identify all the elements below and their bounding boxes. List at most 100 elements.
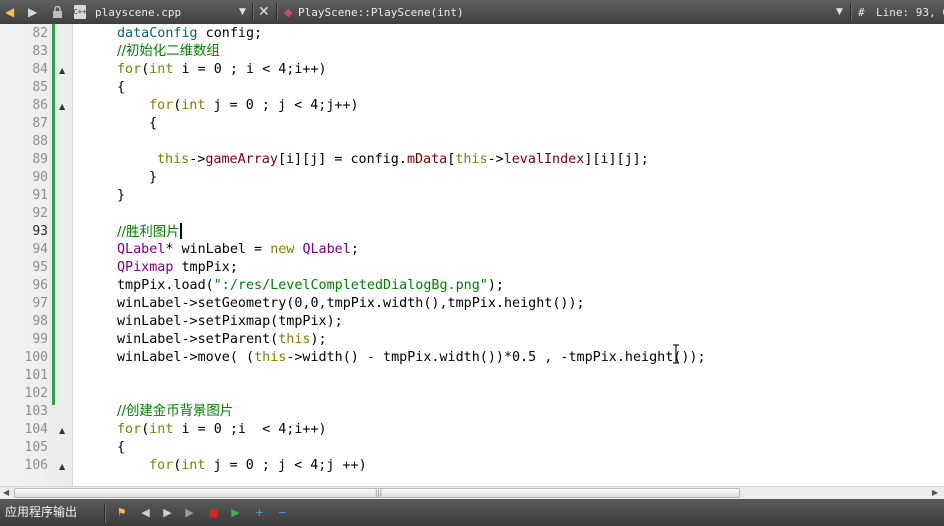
code-line[interactable]: 93 //胜利图片 xyxy=(0,223,944,241)
code-line[interactable]: 82 dataConfig config; xyxy=(0,25,944,43)
code-token: winLabel->move( ( xyxy=(117,350,255,365)
code-token: int xyxy=(181,458,206,473)
code-text: for(int i = 0 ; i < 4;i++) xyxy=(117,61,327,79)
code-line[interactable]: 90} xyxy=(0,169,944,187)
line-number: 84 xyxy=(32,62,48,77)
horizontal-scrollbar[interactable]: ◀ ||| ▶ xyxy=(0,486,944,499)
code-token: { xyxy=(117,440,126,455)
code-token: for xyxy=(149,458,174,473)
code-line[interactable]: 104 ▲ for(int i = 0 ;i < 4;i++) xyxy=(0,421,944,439)
code-line[interactable]: 106 ▲ for(int j = 0 ; j < 4;j ++) xyxy=(0,457,944,475)
code-line[interactable]: 85 { xyxy=(0,79,944,97)
line-number: 83 xyxy=(32,44,48,59)
fold-marker-icon[interactable]: ▲ xyxy=(59,102,65,111)
line-number: 100 xyxy=(24,350,48,365)
code-token: j = 0 ; j < 4;j ++) xyxy=(205,458,367,473)
zoom-in-icon[interactable]: + xyxy=(252,505,267,520)
code-token: levalIndex xyxy=(503,152,585,167)
toolbar-divider xyxy=(276,3,278,21)
line-column-indicator[interactable]: Line: 93, C xyxy=(876,0,944,24)
symbol-combo-chevron-down-icon[interactable]: ▼ xyxy=(836,0,843,24)
code-token: this xyxy=(157,152,190,167)
line-number: 93 xyxy=(32,224,48,239)
code-line[interactable]: 98 winLabel->setPixmap(tmpPix); xyxy=(0,313,944,331)
output-pane-title[interactable]: 应用程序输出 xyxy=(5,499,77,526)
fold-marker-icon[interactable]: ▲ xyxy=(59,426,65,435)
line-number: 91 xyxy=(32,188,48,203)
code-token: [i][j] = config. xyxy=(277,152,407,167)
zoom-out-icon[interactable]: − xyxy=(275,505,290,520)
code-token: //初始化二维数组 xyxy=(117,44,220,59)
code-token: ); xyxy=(310,332,327,347)
code-line[interactable]: 96 tmpPix.load(":/res/LevelCompletedDialo… xyxy=(0,277,944,295)
scroll-right-icon[interactable]: ▶ xyxy=(932,487,938,499)
code-line[interactable]: 84 ▲ for(int i = 0 ; i < 4;i++) xyxy=(0,61,944,79)
attach-debugger-icon[interactable]: ▶ xyxy=(228,505,243,520)
code-token: { xyxy=(117,80,126,95)
back-icon[interactable]: ◀ xyxy=(5,0,14,24)
next-item-icon[interactable]: ▶ xyxy=(160,505,175,520)
code-line[interactable]: 100 winLabel->move( (this->width() - tmpP… xyxy=(0,349,944,367)
grip-icon: ||| xyxy=(375,489,383,497)
code-line[interactable]: 95 QPixmap tmpPix; xyxy=(0,259,944,277)
code-line[interactable]: 103 //创建金币背景图片 xyxy=(0,403,944,421)
previous-item-icon[interactable]: ◀ xyxy=(138,505,153,520)
code-text: this->gameArray[i][j] = config.mData[thi… xyxy=(157,151,649,169)
line-number: 89 xyxy=(32,152,48,167)
code-token: -> xyxy=(487,152,504,167)
forward-icon[interactable]: ▶ xyxy=(28,0,37,24)
code-line[interactable]: 102 xyxy=(0,385,944,403)
code-token: } xyxy=(149,170,158,185)
code-text: //初始化二维数组 xyxy=(117,43,220,61)
code-line[interactable]: 101 xyxy=(0,367,944,385)
file-combo-chevron-down-icon[interactable]: ▼ xyxy=(239,0,246,24)
line-number: 85 xyxy=(32,80,48,95)
scrollbar-thumb[interactable]: ||| xyxy=(14,488,740,498)
code-text: QLabel* winLabel = new QLabel; xyxy=(117,241,359,259)
code-line[interactable]: 94 QLabel* winLabel = new QLabel; xyxy=(0,241,944,259)
file-combo-label[interactable]: playscene.cpp xyxy=(95,0,181,24)
code-token: this xyxy=(254,350,287,365)
code-line[interactable]: 91} xyxy=(0,187,944,205)
symbol-combo-label[interactable]: PlayScene::PlayScene(int) xyxy=(298,0,464,24)
close-document-icon[interactable]: ✕ xyxy=(258,0,270,24)
code-token: j = 0 ; j < 4;j++) xyxy=(205,98,359,113)
line-number: 86 xyxy=(32,98,48,113)
code-token: tmpPix; xyxy=(173,260,238,275)
code-text: { xyxy=(149,115,157,133)
line-number: 95 xyxy=(32,260,48,275)
output-pane-bar: 应用程序输出 ⚑ ◀ ▶ ▶ ■ ▶ + − xyxy=(0,499,944,526)
code-line[interactable]: 99 winLabel->setParent(this); xyxy=(0,331,944,349)
clear-output-icon[interactable]: ⚑ xyxy=(114,505,129,520)
code-line[interactable]: 88 xyxy=(0,133,944,151)
fold-marker-icon[interactable]: ▲ xyxy=(59,66,65,75)
line-number: 94 xyxy=(32,242,48,257)
code-line[interactable]: 83 //初始化二维数组 xyxy=(0,43,944,61)
code-text: { xyxy=(117,79,125,97)
code-line[interactable]: 87 { xyxy=(0,115,944,133)
lock-icon[interactable] xyxy=(52,0,63,24)
code-token: { xyxy=(149,116,158,131)
toolbar-divider xyxy=(252,3,254,21)
code-token: ":/res/LevelCompletedDialogBg.png" xyxy=(213,278,488,293)
code-token: int xyxy=(149,422,174,437)
code-text: for(int j = 0 ; j < 4;j++) xyxy=(149,97,359,115)
code-line[interactable]: 105 { xyxy=(0,439,944,457)
code-token: int xyxy=(149,62,174,77)
code-token: ->width() - tmpPix.width())*0.5 , -tmpPi… xyxy=(286,350,706,365)
line-number: 99 xyxy=(32,332,48,347)
run-icon[interactable]: ▶ xyxy=(182,505,197,520)
editor-toolbar: ◀ ▶ C++ playscene.cpp ▼ ✕ ◆ PlayScene::P… xyxy=(0,0,944,24)
code-line[interactable]: 97 winLabel->setGeometry(0,0,tmpPix.width… xyxy=(0,295,944,313)
code-line[interactable]: 86 ▲ for(int j = 0 ; j < 4;j++) xyxy=(0,97,944,115)
scroll-left-icon[interactable]: ◀ xyxy=(3,487,9,499)
code-token: for xyxy=(149,98,174,113)
code-text: tmpPix.load(":/res/LevelCompletedDialogB… xyxy=(117,277,504,295)
stop-icon[interactable]: ■ xyxy=(206,505,221,520)
code-line[interactable]: 92 xyxy=(0,205,944,223)
code-line[interactable]: 89 this->gameArray[i][j] = config.mData[t… xyxy=(0,151,944,169)
fold-marker-icon[interactable]: ▲ xyxy=(59,462,65,471)
line-number: 90 xyxy=(32,170,48,185)
code-editor[interactable]: 82 dataConfig config; 83 //初始化二维数组 84 ▲ for(in… xyxy=(0,24,944,486)
code-token: winLabel->setPixmap(tmpPix); xyxy=(117,314,343,329)
